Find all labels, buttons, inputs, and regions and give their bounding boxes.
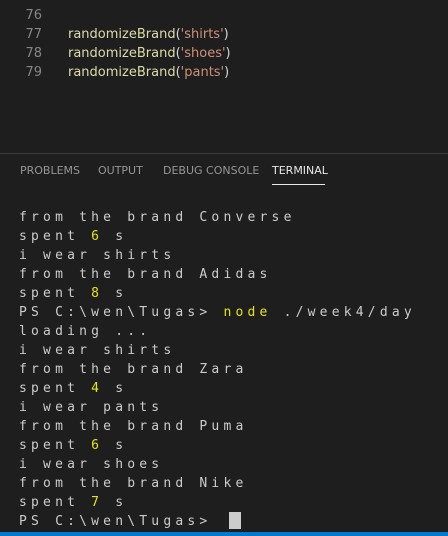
code-line-77[interactable]: 77 randomizeBrand('shirts') <box>0 25 448 44</box>
terminal-args: ./week4/day <box>271 305 416 320</box>
terminal-line: i wear shirts <box>19 343 176 358</box>
status-bar <box>0 532 448 536</box>
terminal-line: spent 6 s <box>19 438 128 453</box>
terminal-line: spent 6 s <box>19 229 128 244</box>
code-text: randomizeBrand('shoes') <box>68 46 231 61</box>
tab-output[interactable]: OUTPUT <box>98 164 143 177</box>
terminal-command: node <box>223 305 272 320</box>
active-tab-indicator <box>272 184 325 185</box>
tab-terminal[interactable]: TERMINAL <box>272 164 328 177</box>
code-text: randomizeBrand('shirts') <box>68 27 229 42</box>
terminal-line: i wear shoes <box>19 457 164 472</box>
terminal-command-line: PS C:\wen\Tugas> node ./week4/day <box>19 303 448 322</box>
terminal-output[interactable]: from the brand Converse spent 6 s i wear… <box>19 208 448 531</box>
terminal-prompt-line[interactable]: PS C:\wen\Tugas> <box>19 512 448 531</box>
terminal-line: spent 4 s <box>19 381 128 396</box>
bottom-panel: PROBLEMS OUTPUT DEBUG CONSOLE TERMINAL f… <box>0 154 448 536</box>
code-text: randomizeBrand('pants') <box>68 65 230 80</box>
terminal-line: loading ... <box>19 324 152 339</box>
terminal-line: from the brand Nike <box>19 476 248 491</box>
line-number: 76 <box>25 8 42 23</box>
tab-problems[interactable]: PROBLEMS <box>20 164 80 177</box>
terminal-line: from the brand Adidas <box>19 267 272 282</box>
code-line-79[interactable]: 79 randomizeBrand('pants') <box>0 63 448 82</box>
line-number: 79 <box>25 65 42 80</box>
terminal-prompt: PS C:\wen\Tugas> <box>19 305 224 320</box>
panel-tabs: PROBLEMS OUTPUT DEBUG CONSOLE TERMINAL <box>0 154 448 190</box>
terminal-line: from the brand Puma <box>19 419 248 434</box>
terminal-line: spent 7 s <box>19 495 128 510</box>
terminal-line: from the brand Converse <box>19 210 296 225</box>
terminal-line: from the brand Zara <box>19 362 248 377</box>
code-editor[interactable]: 76 77 randomizeBrand('shirts') 78 random… <box>0 0 448 153</box>
tab-debug-console[interactable]: DEBUG CONSOLE <box>163 164 259 177</box>
terminal-line: i wear pants <box>19 400 164 415</box>
terminal-line: spent 8 s <box>19 286 128 301</box>
line-number: 78 <box>25 46 42 61</box>
code-line-78[interactable]: 78 randomizeBrand('shoes') <box>0 44 448 63</box>
terminal-line: i wear shirts <box>19 248 176 263</box>
code-line-76[interactable]: 76 <box>0 6 448 25</box>
terminal-cursor <box>229 512 242 529</box>
line-number: 77 <box>25 27 42 42</box>
terminal-prompt: PS C:\wen\Tugas> <box>19 514 224 529</box>
